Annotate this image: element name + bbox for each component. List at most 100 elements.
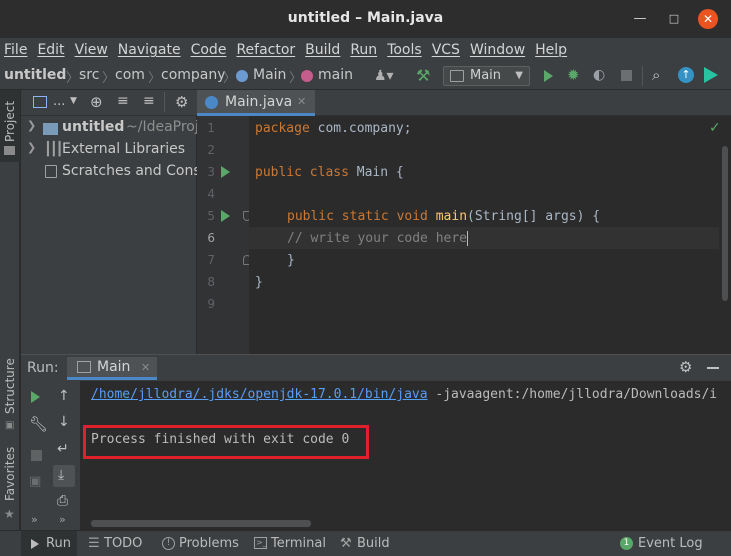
close-tab-icon[interactable]: ✕ — [297, 95, 306, 108]
project-view-dots[interactable]: ... — [53, 94, 65, 109]
run-icon — [31, 539, 39, 549]
menu-help[interactable]: Help — [535, 42, 567, 58]
run-configuration-select[interactable]: Main ▼ — [443, 66, 530, 86]
editor-tab-bar: Main.java ✕ — [197, 90, 731, 116]
gear-icon[interactable]: ⚙ — [679, 358, 692, 376]
debug-icon[interactable]: ✹ — [567, 66, 580, 84]
run-panel-header: Run: Main ✕ ⚙ — [21, 354, 731, 381]
stop-icon[interactable] — [621, 70, 632, 81]
bottom-tab-todo[interactable]: ☰ TODO — [88, 531, 148, 556]
bottom-tab-problems[interactable]: ! Problems — [162, 531, 242, 556]
editor-scrollbar[interactable]: ✓ — [709, 116, 731, 354]
wrench-icon[interactable]: 🔧︎ — [29, 415, 48, 433]
menu-vcs[interactable]: VCS — [432, 42, 460, 58]
menu-tools[interactable]: Tools — [387, 42, 422, 58]
arrow-up-icon[interactable]: ↑ — [58, 388, 70, 404]
code-line: } — [255, 275, 263, 290]
console-horizontal-scrollbar[interactable] — [91, 520, 311, 527]
method-icon — [301, 70, 313, 82]
coverage-icon[interactable]: ◐ — [593, 67, 605, 83]
project-tool-tab[interactable]: Project — [0, 90, 20, 162]
camera-icon[interactable]: ▣ — [29, 474, 41, 489]
run-icon[interactable] — [544, 70, 553, 82]
folder-icon — [4, 146, 15, 155]
text-cursor — [467, 231, 469, 246]
tab-main-java[interactable]: Main.java ✕ — [197, 90, 315, 116]
code-line: public static void main(String[] args) { — [287, 209, 600, 224]
chevron-right-icon[interactable]: ❯ — [27, 119, 36, 132]
project-tool-label: Project — [3, 100, 17, 142]
search-icon[interactable]: ⌕ — [652, 66, 660, 84]
breadcrumb-method-main[interactable]: main — [318, 67, 353, 83]
rerun-icon[interactable] — [31, 391, 40, 403]
bottom-tab-terminal[interactable]: >_ Terminal — [254, 531, 328, 556]
code-line: public class Main { — [255, 165, 404, 180]
soft-wrap-icon[interactable]: ↵ — [57, 441, 69, 457]
breadcrumb-project[interactable]: untitled — [4, 67, 66, 83]
menu-code[interactable]: Code — [191, 42, 227, 58]
hide-panel-icon[interactable] — [707, 367, 719, 369]
structure-tool-label: Structure — [3, 358, 17, 414]
run-console[interactable]: /home/jllodra/.jdks/openjdk-17.0.1/bin/j… — [81, 381, 731, 530]
favorites-tool-tab[interactable]: Favorites ★ — [0, 445, 20, 525]
class-icon — [236, 70, 248, 82]
locate-icon[interactable]: ⊕ — [90, 93, 103, 111]
menu-build[interactable]: Build — [305, 42, 340, 58]
chevron-down-icon[interactable]: ▼ — [70, 96, 77, 106]
menu-run[interactable]: Run — [350, 42, 377, 58]
project-view-icon[interactable] — [33, 96, 47, 108]
close-tab-icon[interactable]: ✕ — [141, 361, 150, 374]
scrollbar-thumb[interactable] — [722, 146, 728, 301]
build-hammer-icon[interactable]: ⚒ — [416, 66, 430, 85]
run-gutter-icon[interactable] — [221, 210, 230, 222]
breadcrumb-separator: 〉 — [223, 71, 237, 86]
java-path-link[interactable]: /home/jllodra/.jdks/openjdk-17.0.1/bin/j… — [91, 387, 428, 402]
gear-icon[interactable]: ⚙ — [175, 93, 188, 111]
menu-refactor[interactable]: Refactor — [236, 42, 295, 58]
more-icon[interactable]: » — [31, 513, 38, 526]
print-icon[interactable]: ⎙ — [57, 493, 68, 509]
user-icon[interactable]: ♟▾ — [374, 68, 394, 84]
stop-icon[interactable] — [31, 450, 42, 461]
chevron-down-icon: ▼ — [515, 70, 523, 81]
run-tab-main[interactable]: Main ✕ — [67, 357, 157, 380]
tree-item-external-libraries[interactable]: ❯ ┃┃┃ External Libraries — [21, 140, 197, 162]
minimize-button[interactable]: — — [630, 9, 650, 29]
breadcrumb-class-main[interactable]: Main — [253, 67, 286, 83]
tree-item-scratches[interactable]: Scratches and Conso — [21, 162, 197, 184]
more-icon[interactable]: » — [59, 513, 66, 526]
maximize-button[interactable]: □ — [664, 9, 684, 29]
breadcrumb-src[interactable]: src — [79, 67, 99, 83]
structure-tool-tab[interactable]: Structure ▣ — [0, 352, 20, 432]
breadcrumb-com[interactable]: com — [115, 67, 145, 83]
close-button[interactable]: ✕ — [698, 9, 718, 29]
code-token: com.company; — [309, 121, 412, 136]
code-token: (String[] args) { — [467, 209, 601, 224]
menu-window[interactable]: Window — [470, 42, 525, 58]
tree-item-label: Scratches and Conso — [62, 163, 197, 179]
bottom-tab-run[interactable]: Run — [21, 531, 77, 556]
bottom-tab-build[interactable]: ⚒ Build — [340, 531, 400, 556]
update-icon[interactable]: ↑ — [678, 67, 694, 83]
run-gutter-icon[interactable] — [221, 166, 230, 178]
breadcrumb-company[interactable]: company — [161, 67, 226, 83]
collapse-all-icon[interactable]: ≡ — [143, 93, 155, 109]
bottom-tab-label: Event Log — [638, 536, 703, 551]
run-configuration-label: Main — [470, 68, 502, 83]
menu-edit[interactable]: Edit — [37, 42, 64, 58]
scroll-to-end-icon: ⤓ — [58, 467, 65, 483]
line-number: 7 — [207, 253, 215, 267]
menu-view[interactable]: View — [75, 42, 108, 58]
tree-item-project[interactable]: ❯ untitled ~/IdeaProj — [21, 118, 197, 140]
line-number: 2 — [207, 143, 215, 157]
expand-all-icon[interactable]: ≡ — [117, 93, 129, 109]
code-editor[interactable]: package com.company; public class Main {… — [249, 116, 719, 354]
code-line: package com.company; — [255, 121, 412, 136]
bottom-tab-event-log[interactable]: 1 Event Log — [620, 531, 720, 556]
code-with-me-icon[interactable] — [704, 67, 718, 83]
menu-file[interactable]: File — [4, 42, 27, 58]
breadcrumb-separator: 〉 — [148, 71, 162, 86]
chevron-right-icon[interactable]: ❯ — [27, 141, 36, 154]
arrow-down-icon[interactable]: ↓ — [58, 414, 70, 430]
menu-navigate[interactable]: Navigate — [118, 42, 181, 58]
